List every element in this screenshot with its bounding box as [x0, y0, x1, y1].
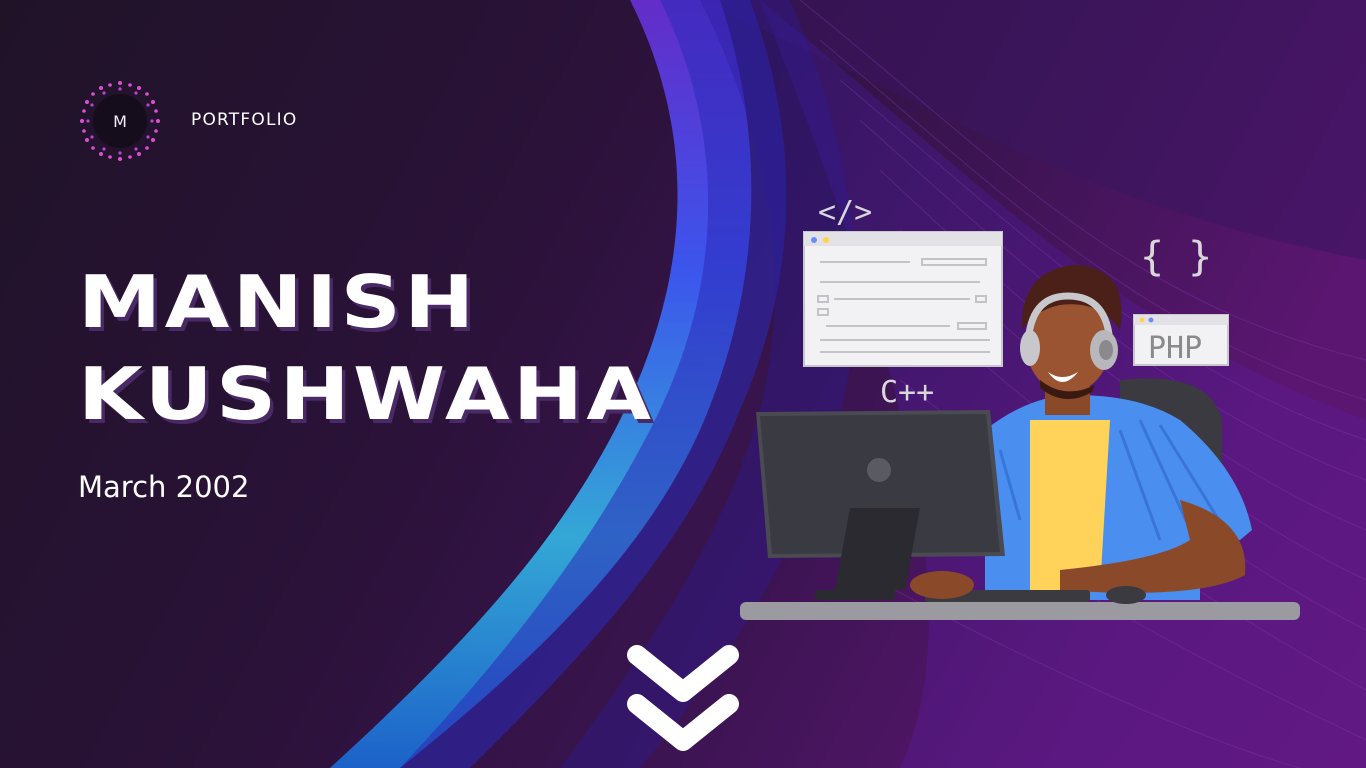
logo[interactable]: M: [78, 79, 162, 163]
scroll-down-icon[interactable]: [622, 640, 744, 758]
brand-label[interactable]: PORTFOLIO: [191, 110, 297, 130]
developer-illustration: </> { } C++ PHP: [740, 195, 1300, 620]
braces-tag-label: { }: [1140, 234, 1212, 280]
logo-letter: M: [113, 111, 127, 131]
cpp-tag-label: C++: [880, 375, 934, 410]
hero-last-name: KUSHWAHA: [78, 352, 655, 436]
code-window-icon: [803, 231, 1003, 367]
hero-date: March 2002: [78, 470, 250, 504]
html-tag-label: </>: [818, 195, 872, 230]
php-tag-label: PHP: [1148, 331, 1202, 366]
monitor-icon: [756, 410, 1005, 600]
hero-first-name: MANISH: [78, 260, 478, 344]
php-window-icon: PHP: [1133, 314, 1229, 366]
